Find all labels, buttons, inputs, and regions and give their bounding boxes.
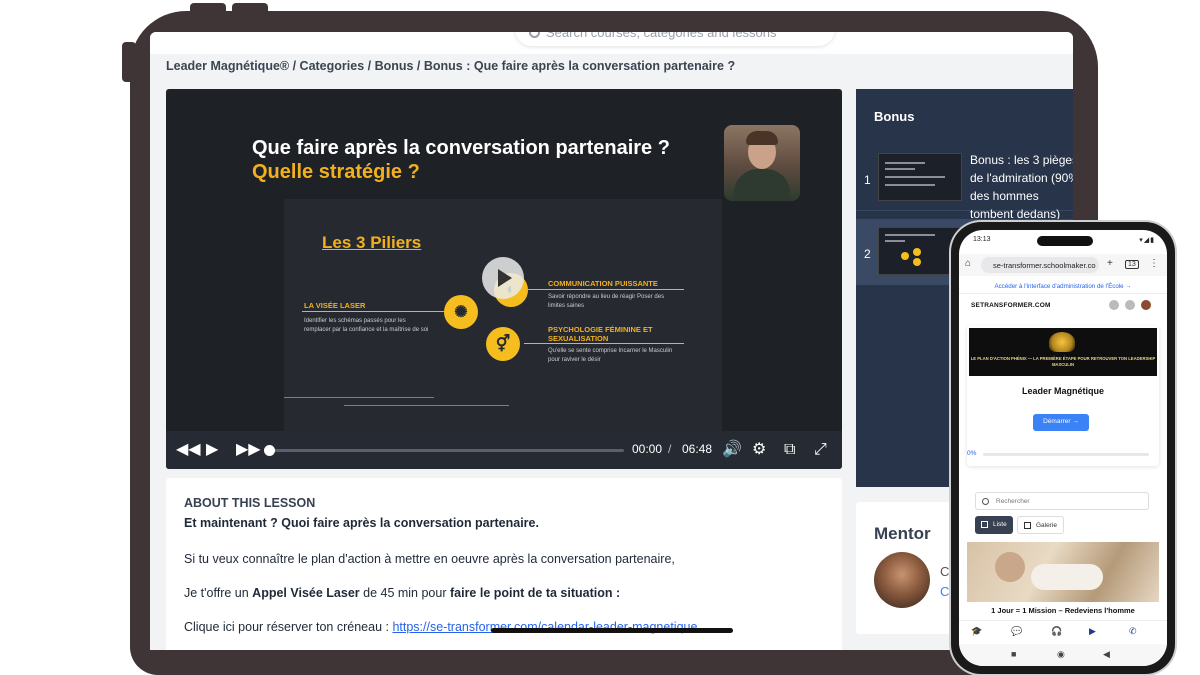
breadcrumb[interactable]: Leader Magnétique® / Categories / Bonus … (166, 59, 735, 73)
external-link-icon[interactable]: ⧉ (784, 441, 795, 459)
bottom-nav: 🎓 💬 🎧 ▶ ✆ (959, 620, 1167, 642)
community-icon[interactable]: 💬 (1011, 626, 1022, 637)
tablet-screen: Search courses, categories and lessons L… (150, 32, 1073, 650)
back-icon[interactable]: ◀ (1103, 649, 1110, 660)
mentor-avatar[interactable] (874, 552, 930, 608)
phone-search-input[interactable]: Rechercher (975, 492, 1149, 510)
home-icon[interactable]: ⌂ (965, 258, 971, 269)
course-search-input[interactable]: Search courses, categories and lessons (515, 32, 835, 46)
progress-label: 0% (967, 450, 977, 457)
laser-icon: ✺ (444, 295, 478, 329)
status-bar: 13:13 ▾◢▮ (973, 236, 1163, 244)
play-icon[interactable]: ▶ (206, 441, 218, 459)
pillar2-text: Savoir répondre au lieu de réagir Poser … (548, 294, 665, 309)
recents-icon[interactable]: ■ (1011, 649, 1016, 659)
lesson-number: 1 (864, 173, 871, 187)
settings-gear-icon[interactable]: ⚙ (752, 441, 766, 459)
support-icon[interactable]: 🎧 (1051, 626, 1062, 637)
progress-bar[interactable] (264, 445, 624, 456)
video-title-line1: Que faire après la conversation partenai… (252, 137, 670, 159)
phone-frame: 13:13 ▾◢▮ ⌂ se-transformer.schoolmaker.c… (951, 222, 1175, 674)
about-paragraph: Si tu veux connaître le plan d'action à … (184, 552, 675, 566)
lesson-thumbnail (878, 153, 962, 201)
lesson-number: 2 (864, 247, 871, 261)
lesson-item[interactable]: 1 Bonus : les 3 pièges de l'admiration (… (856, 145, 1073, 221)
browser-bar: ⌂ se-transformer.schoolmaker.co + 13 ⋮ (959, 254, 1167, 276)
slide-heading: Les 3 Piliers (322, 233, 422, 252)
phoenix-logo-icon (1049, 332, 1075, 352)
user-avatar[interactable] (1141, 300, 1151, 310)
pillar3-title: PSYCHOLOGIE FÉMININE ET SEXUALISATION (548, 325, 653, 343)
bonus-title: Bonus (874, 109, 915, 124)
new-tab-icon[interactable]: + (1107, 258, 1113, 269)
search-icon (982, 498, 989, 505)
course-card[interactable]: 1 Jour = 1 Mission – Redeviens l'homme (967, 542, 1159, 626)
url-field[interactable]: se-transformer.schoolmaker.co (981, 257, 1099, 273)
mentor-name: C (940, 564, 950, 579)
video-title-line2: Quelle stratégie ? (252, 161, 420, 183)
presenter-facecam (724, 125, 800, 201)
phone-icon[interactable]: ✆ (1129, 626, 1137, 637)
grid-icon (1024, 522, 1031, 529)
pillar3-line (524, 343, 684, 344)
video-player[interactable]: Que faire après la conversation partenai… (166, 89, 842, 469)
slide-divider (284, 397, 434, 398)
menu-dots-icon[interactable]: ⋮ (1149, 258, 1159, 269)
fullscreen-icon[interactable]: ⤢ (814, 441, 827, 459)
pillar1-title: LA VISÉE LASER (304, 301, 366, 310)
current-time: 00:00 (632, 442, 663, 456)
lesson-thumbnail (878, 227, 962, 275)
video-slide: Les 3 Piliers LA VISÉE LASER Identifier … (284, 199, 722, 431)
progress-handle[interactable] (264, 445, 275, 456)
about-lesson-panel: ABOUT THIS LESSON Et maintenant ? Quoi f… (166, 478, 842, 650)
system-nav: ■ ◉ ◀ (959, 644, 1167, 666)
courses-icon[interactable]: 🎓 (971, 626, 982, 637)
search-placeholder: Search courses, categories and lessons (546, 32, 777, 40)
bell-icon[interactable] (1125, 300, 1135, 310)
view-list-button[interactable]: Liste (975, 516, 1013, 534)
course-title: Leader Magnétique (1021, 386, 1104, 396)
pillar2-title: COMMUNICATION PUISSANTE (548, 279, 658, 288)
volume-icon[interactable]: 🔊 (722, 441, 742, 459)
slide-divider (344, 405, 509, 406)
home-indicator (491, 628, 733, 633)
list-icon (981, 521, 988, 528)
course-title: 1 Jour = 1 Mission – Redeviens l'homme (991, 606, 1135, 615)
pillar3-text: Qu'elle se sente comprise Incarner le Ma… (548, 348, 673, 363)
about-subheading: Et maintenant ? Quoi faire après la conv… (184, 516, 539, 530)
about-heading: ABOUT THIS LESSON (184, 496, 316, 510)
about-paragraph: Je t'offre un Appel Visée Laser de 45 mi… (184, 586, 621, 600)
course-progress-bar (983, 453, 1149, 456)
phone-screen: 13:13 ▾◢▮ ⌂ se-transformer.schoolmaker.c… (959, 230, 1167, 666)
live-icon[interactable]: ▶ (1089, 626, 1096, 637)
mentor-link[interactable]: C (940, 584, 949, 599)
pillar2-line (524, 289, 684, 290)
tab-count-icon[interactable]: 13 (1125, 260, 1139, 269)
signal-battery-icon: ▾◢▮ (1139, 237, 1155, 244)
home-button-icon[interactable]: ◉ (1057, 649, 1065, 660)
search-icon (529, 32, 540, 38)
start-button[interactable]: Démarrer → (1033, 414, 1089, 431)
course-banner: LE PLAN D'ACTION PHÉNIX — LA PREMIÈRE ÉT… (969, 328, 1157, 376)
admin-link[interactable]: Accéder à l'interface d'administration d… (959, 280, 1167, 294)
view-gallery-button[interactable]: Galerie (1017, 516, 1064, 534)
rewind-icon[interactable]: ◀◀ (176, 441, 201, 459)
gender-icon: ⚥ (486, 327, 520, 361)
duration: 06:48 (682, 442, 713, 456)
time-separator: / (668, 442, 672, 456)
status-time: 13:13 (973, 236, 991, 243)
lesson-label: Bonus : les 3 pièges de l'admiration (90… (970, 153, 1073, 221)
chat-icon[interactable] (1109, 300, 1119, 310)
course-card[interactable]: LE PLAN D'ACTION PHÉNIX — LA PREMIÈRE ÉT… (967, 326, 1159, 466)
banner-text: LE PLAN D'ACTION PHÉNIX — LA PREMIÈRE ÉT… (970, 356, 1156, 367)
fast-forward-icon[interactable]: ▶▶ (236, 441, 261, 459)
course-image (967, 542, 1159, 602)
video-controls: ◀◀ ▶ ▶▶ 00:00 / 06:48 🔊 ⚙ ⧉ ⤢ (166, 431, 842, 469)
big-play-button[interactable] (482, 257, 524, 299)
mentor-title: Mentor (874, 524, 931, 543)
school-brand[interactable]: SETRANSFORMER.COM (971, 302, 1051, 309)
pillar1-line (302, 311, 452, 312)
pillar1-text: Identifier les schémas passés pour les r… (304, 318, 429, 333)
